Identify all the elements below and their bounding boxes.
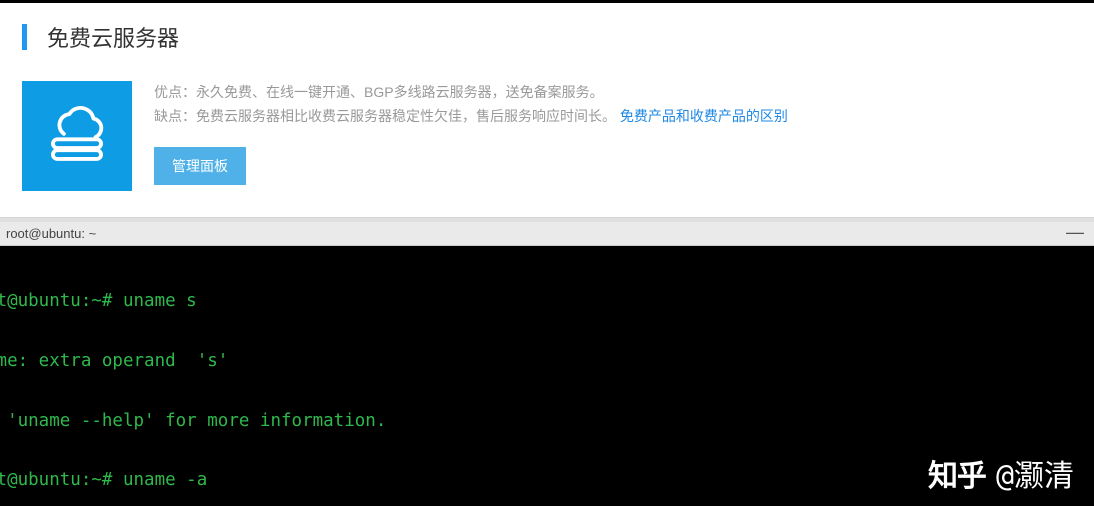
title-accent-bar [22, 24, 27, 50]
description-column: 优点：永久免费、在线一键开通、BGP多线路云服务器，送免备案服务。 缺点：免费云… [154, 81, 1072, 191]
cons-line: 缺点：免费云服务器相比收费云服务器稳定性欠佳，售后服务响应时间长。 免费产品和收… [154, 105, 1072, 129]
terminal-line: ame: extra operand 's' [0, 352, 1094, 372]
terminal-line: ot@ubuntu:~# uname s [0, 292, 1094, 312]
watermark: 知乎 @灏清 [928, 460, 1074, 494]
watermark-author: @灏清 [996, 460, 1074, 494]
zhihu-logo: 知乎 [928, 460, 986, 494]
pros-line: 优点：永久免费、在线一键开通、BGP多线路云服务器，送免备案服务。 [154, 81, 1072, 105]
terminal-titlebar[interactable]: root@ubuntu: ~ — [0, 222, 1094, 246]
cloud-server-icon [22, 81, 132, 191]
product-card: 免费云服务器 优点：永久免费、在线一键开通、BGP多线路云服务器，送免备案服务。… [0, 3, 1094, 213]
minimize-icon[interactable]: — [1066, 223, 1084, 245]
cons-label: 缺点： [154, 108, 196, 124]
pros-label: 优点： [154, 84, 196, 100]
terminal-body[interactable]: ot@ubuntu:~# uname s ame: extra operand … [0, 246, 1094, 506]
terminal-title: root@ubuntu: ~ [6, 226, 96, 241]
card-title-row: 免费云服务器 [22, 21, 1072, 53]
cons-text: 免费云服务器相比收费云服务器稳定性欠佳，售后服务响应时间长。 [196, 108, 616, 124]
terminal-line: y 'uname --help' for more information. [0, 412, 1094, 432]
page-title: 免费云服务器 [47, 21, 179, 53]
pros-text: 永久免费、在线一键开通、BGP多线路云服务器，送免备案服务。 [196, 84, 604, 100]
card-body: 优点：永久免费、在线一键开通、BGP多线路云服务器，送免备案服务。 缺点：免费云… [22, 81, 1072, 191]
compare-link[interactable]: 免费产品和收费产品的区别 [620, 108, 788, 124]
manage-panel-button[interactable]: 管理面板 [154, 147, 246, 185]
